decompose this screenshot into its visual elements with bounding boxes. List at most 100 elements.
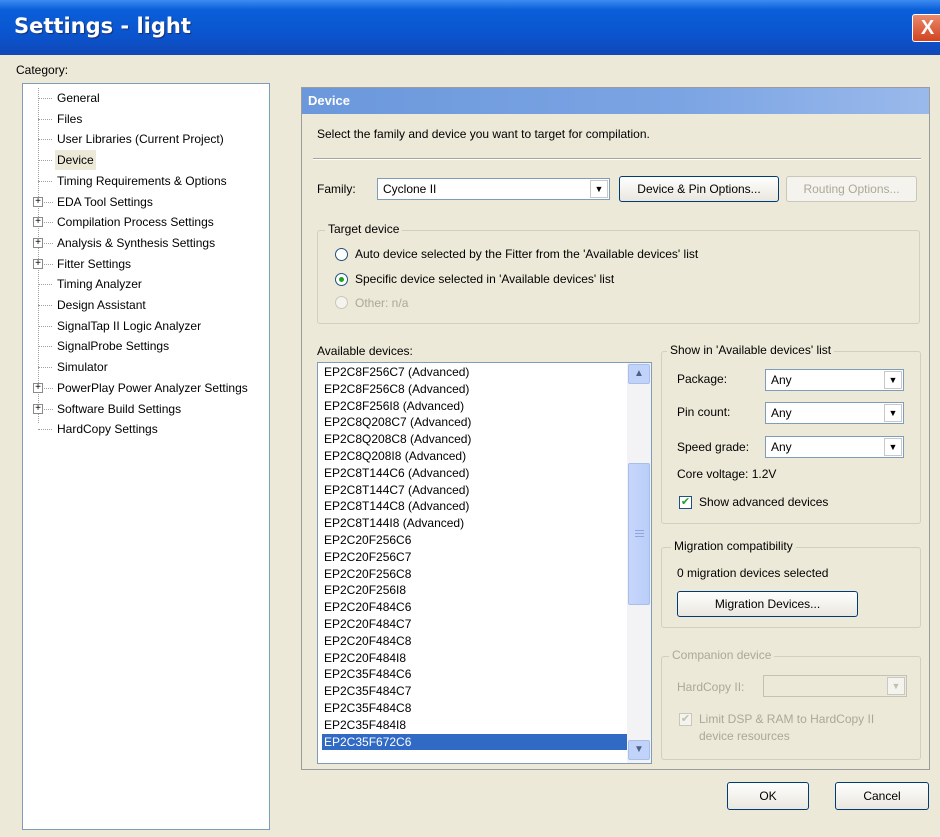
- expand-icon[interactable]: +: [33, 258, 43, 269]
- tree-item-label: Files: [57, 111, 83, 126]
- device-list-item[interactable]: EP2C8T144C6 (Advanced): [322, 465, 630, 482]
- tree-item[interactable]: + Fitter Settings: [23, 254, 269, 274]
- expand-icon[interactable]: +: [33, 382, 43, 393]
- title-bar[interactable]: Settings - light X: [0, 0, 940, 55]
- specific-device-radio[interactable]: [335, 273, 348, 286]
- tree-item[interactable]: Timing Analyzer: [23, 274, 269, 294]
- tree-item[interactable]: + Compilation Process Settings: [23, 212, 269, 232]
- ok-button[interactable]: OK: [727, 782, 809, 810]
- tree-connector: [38, 367, 52, 369]
- tree-item[interactable]: SignalTap II Logic Analyzer: [23, 316, 269, 336]
- tree-item[interactable]: Device: [23, 150, 269, 171]
- device-pin-options-button[interactable]: Device & Pin Options...: [619, 176, 779, 202]
- tree-connector: [38, 98, 52, 99]
- tree-item[interactable]: SignalProbe Settings: [23, 336, 269, 356]
- speed-grade-select[interactable]: Any ▼: [765, 436, 904, 458]
- device-list-item[interactable]: EP2C8T144I8 (Advanced): [322, 515, 630, 532]
- device-list-item[interactable]: EP2C20F256C8: [322, 566, 630, 583]
- family-select[interactable]: Cyclone II ▼: [377, 178, 610, 200]
- device-list-item[interactable]: EP2C35F484C7: [322, 683, 630, 700]
- device-list-item[interactable]: EP2C20F484C6: [322, 599, 630, 616]
- dropdown-arrow-icon[interactable]: ▼: [884, 404, 902, 422]
- tree-item-label: PowerPlay Power Analyzer Settings: [57, 380, 248, 395]
- device-list-item[interactable]: EP2C35F484C6: [322, 666, 630, 683]
- companion-title: Companion device: [669, 648, 775, 662]
- tree-item-label: User Libraries (Current Project): [57, 132, 224, 147]
- tree-connector: [38, 325, 52, 327]
- device-list-item[interactable]: EP2C8T144C8 (Advanced): [322, 498, 630, 515]
- tree-connector: [38, 305, 52, 306]
- dropdown-arrow-icon[interactable]: ▼: [884, 371, 902, 389]
- package-value: Any: [771, 373, 792, 387]
- device-list-item[interactable]: EP2C8Q208I8 (Advanced): [322, 448, 630, 465]
- device-list-item[interactable]: EP2C35F484C8: [322, 700, 630, 717]
- show-in-list-title: Show in 'Available devices' list: [667, 343, 835, 357]
- tree-item[interactable]: HardCopy Settings: [23, 419, 269, 439]
- device-list-item[interactable]: EP2C8T144C7 (Advanced): [322, 482, 630, 499]
- device-list-item[interactable]: EP2C20F484I8: [322, 650, 630, 667]
- tree-item-label: Timing Analyzer: [57, 277, 142, 292]
- tree-item[interactable]: + Analysis & Synthesis Settings: [23, 233, 269, 253]
- expand-icon[interactable]: +: [33, 196, 43, 207]
- tree-item[interactable]: General: [23, 88, 269, 108]
- other-device-label: Other: n/a: [355, 296, 409, 310]
- grip-line: [635, 536, 644, 537]
- close-button[interactable]: X: [912, 14, 940, 42]
- tree-item-label: Fitter Settings: [57, 256, 132, 271]
- other-device-radio[interactable]: [335, 296, 348, 309]
- tree-connector: [38, 160, 52, 162]
- tree-item[interactable]: Timing Requirements & Options: [23, 171, 269, 191]
- expand-icon[interactable]: +: [33, 217, 43, 228]
- grip-line: [635, 533, 644, 534]
- window-title: Settings - light: [14, 14, 191, 38]
- device-list-item[interactable]: EP2C20F484C8: [322, 633, 630, 650]
- speed-grade-value: Any: [771, 440, 792, 454]
- dropdown-arrow-icon[interactable]: ▼: [884, 438, 902, 456]
- device-list-item[interactable]: EP2C8F256C7 (Advanced): [322, 364, 630, 381]
- device-list-item[interactable]: EP2C8F256I8 (Advanced): [322, 398, 630, 415]
- tree-item[interactable]: + PowerPlay Power Analyzer Settings: [23, 378, 269, 398]
- device-list-item[interactable]: EP2C8F256C8 (Advanced): [322, 381, 630, 398]
- limit-dsp-ram-checkbox[interactable]: ✔: [679, 713, 692, 726]
- tree-item[interactable]: Simulator: [23, 357, 269, 377]
- scroll-down-icon[interactable]: ▼: [628, 740, 650, 760]
- dropdown-arrow-icon[interactable]: ▼: [590, 180, 608, 198]
- device-list-item[interactable]: EP2C8Q208C8 (Advanced): [322, 431, 630, 448]
- category-tree[interactable]: General Files User Libraries (Current Proj…: [22, 83, 270, 830]
- dropdown-arrow-icon[interactable]: ▼: [887, 677, 905, 695]
- device-list-item[interactable]: EP2C20F256C7: [322, 549, 630, 566]
- show-advanced-checkbox[interactable]: ✔: [679, 496, 692, 509]
- tree-item[interactable]: + Software Build Settings: [23, 399, 269, 419]
- migration-devices-button[interactable]: Migration Devices...: [677, 591, 858, 617]
- devices-scrollbar[interactable]: ▲ ▼: [627, 363, 651, 763]
- auto-device-radio[interactable]: [335, 248, 348, 261]
- auto-device-label: Auto device selected by the Fitter from …: [355, 247, 699, 261]
- tree-item-label: Compilation Process Settings: [57, 215, 214, 230]
- expand-icon[interactable]: +: [33, 403, 43, 414]
- device-list-item[interactable]: EP2C20F256C6: [322, 532, 630, 549]
- device-list-item[interactable]: EP2C8Q208C7 (Advanced): [322, 414, 630, 431]
- scroll-up-icon[interactable]: ▲: [628, 364, 650, 384]
- tree-item-label: Device: [55, 150, 96, 171]
- scroll-thumb[interactable]: [628, 463, 650, 605]
- device-list-item[interactable]: EP2C35F484I8: [322, 717, 630, 734]
- hardcopy-label: HardCopy II:: [677, 680, 745, 694]
- pin-count-select[interactable]: Any ▼: [765, 402, 904, 424]
- device-list-item[interactable]: EP2C20F484C7: [322, 616, 630, 633]
- package-select[interactable]: Any ▼: [765, 369, 904, 391]
- tree-item-label: SignalTap II Logic Analyzer: [57, 318, 202, 333]
- device-list-item[interactable]: EP2C20F256I8: [322, 582, 630, 599]
- routing-options-button[interactable]: Routing Options...: [786, 176, 917, 202]
- device-list-item[interactable]: EP2C35F672C6: [322, 733, 630, 751]
- cancel-button[interactable]: Cancel: [835, 782, 929, 810]
- expand-icon[interactable]: +: [33, 237, 43, 248]
- tree-connector: [44, 222, 53, 224]
- tree-item[interactable]: Files: [23, 109, 269, 129]
- tree-connector: [44, 408, 53, 410]
- tree-item[interactable]: + EDA Tool Settings: [23, 192, 269, 212]
- tree-item[interactable]: Design Assistant: [23, 295, 269, 315]
- companion-group: [661, 656, 921, 760]
- available-devices-list[interactable]: EP2C8F256C7 (Advanced) EP2C8F256C8 (Advan…: [317, 362, 652, 764]
- hardcopy-select[interactable]: ▼: [763, 675, 907, 697]
- tree-item[interactable]: User Libraries (Current Project): [23, 129, 269, 149]
